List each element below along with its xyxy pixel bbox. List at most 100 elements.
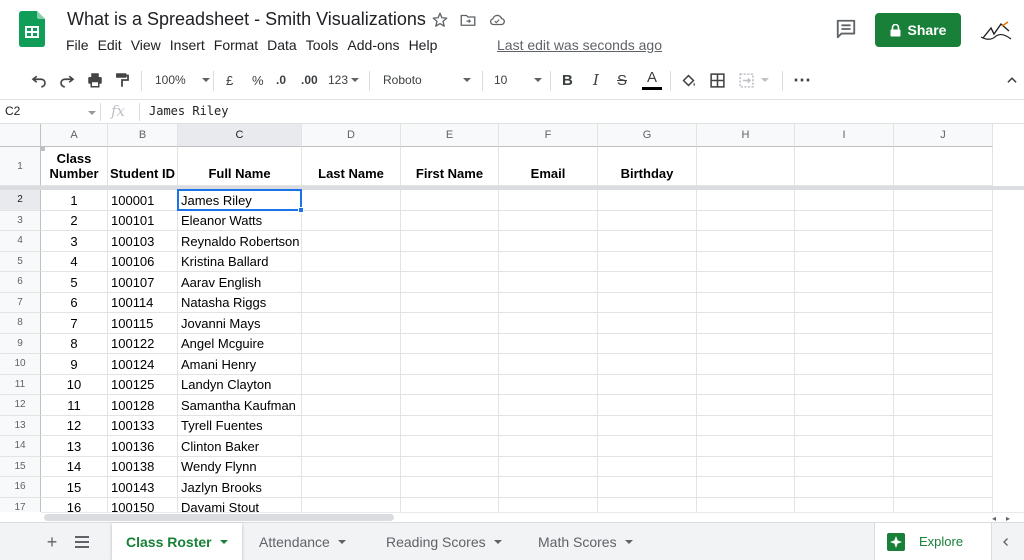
table-cell[interactable]: 4: [41, 251, 108, 272]
decrease-decimal-button[interactable]: .0: [276, 62, 286, 98]
scrollbar-thumb[interactable]: [44, 514, 394, 521]
table-cell[interactable]: Kristina Ballard: [178, 251, 302, 272]
table-cell[interactable]: [697, 374, 795, 395]
table-cell[interactable]: [795, 456, 894, 477]
column-header-a[interactable]: A: [41, 124, 108, 147]
table-cell[interactable]: 2: [41, 210, 108, 231]
column-header-e[interactable]: E: [401, 124, 499, 147]
table-cell[interactable]: [598, 374, 697, 395]
table-cell[interactable]: [499, 272, 598, 293]
table-cell[interactable]: [795, 190, 894, 211]
table-cell[interactable]: [302, 477, 401, 498]
table-cell[interactable]: [302, 374, 401, 395]
tab-reading-scores[interactable]: Reading Scores: [372, 523, 516, 560]
more-formats-button[interactable]: 123: [328, 62, 360, 98]
menu-file[interactable]: File: [66, 37, 94, 53]
table-cell[interactable]: [598, 415, 697, 436]
table-cell[interactable]: [499, 292, 598, 313]
table-cell[interactable]: Wendy Flynn: [178, 456, 302, 477]
side-panel-toggle[interactable]: [996, 532, 1016, 552]
share-button[interactable]: Share: [875, 13, 961, 47]
row-header[interactable]: 15: [0, 456, 41, 477]
table-cell[interactable]: [499, 333, 598, 354]
table-cell[interactable]: [401, 456, 499, 477]
table-cell[interactable]: [697, 436, 795, 457]
table-cell[interactable]: [401, 210, 499, 231]
table-cell[interactable]: [499, 477, 598, 498]
table-cell[interactable]: 15: [41, 477, 108, 498]
table-cell[interactable]: 5: [41, 272, 108, 293]
table-cell[interactable]: Landyn Clayton: [178, 374, 302, 395]
table-cell[interactable]: [894, 456, 993, 477]
table-cell[interactable]: [697, 313, 795, 334]
table-cell[interactable]: [598, 477, 697, 498]
table-cell[interactable]: 100115: [108, 313, 178, 334]
table-cell[interactable]: 100128: [108, 395, 178, 416]
table-cell[interactable]: Samantha Kaufman: [178, 395, 302, 416]
table-cell[interactable]: 100001: [108, 190, 178, 211]
row-header-1[interactable]: 1: [0, 147, 41, 186]
more-options-button[interactable]: ⋯: [793, 62, 812, 98]
table-cell[interactable]: [598, 251, 697, 272]
table-cell[interactable]: [302, 436, 401, 457]
table-cell[interactable]: 7: [41, 313, 108, 334]
row-header[interactable]: 9: [0, 333, 41, 354]
table-cell[interactable]: Natasha Riggs: [178, 292, 302, 313]
table-cell[interactable]: [598, 436, 697, 457]
table-cell[interactable]: [401, 477, 499, 498]
table-cell[interactable]: 11: [41, 395, 108, 416]
menu-add-ons[interactable]: Add-ons: [347, 37, 404, 53]
table-cell[interactable]: Jazlyn Brooks: [178, 477, 302, 498]
table-cell[interactable]: [598, 354, 697, 375]
table-cell[interactable]: 100150: [108, 497, 178, 512]
table-cell[interactable]: 13: [41, 436, 108, 457]
italic-button[interactable]: I: [593, 62, 599, 98]
table-cell[interactable]: [697, 292, 795, 313]
table-cell[interactable]: [795, 292, 894, 313]
header-cell-i[interactable]: [795, 147, 894, 186]
percent-format-button[interactable]: %: [252, 62, 264, 98]
table-cell[interactable]: 3: [41, 231, 108, 252]
column-header-h[interactable]: H: [697, 124, 795, 147]
table-cell[interactable]: [697, 190, 795, 211]
column-header-i[interactable]: I: [795, 124, 894, 147]
row-header[interactable]: 5: [0, 251, 41, 272]
account-avatar[interactable]: [978, 12, 1014, 48]
text-color-button[interactable]: A: [642, 62, 662, 98]
cloud-saved-icon[interactable]: [488, 11, 506, 29]
table-cell[interactable]: James Riley: [178, 190, 302, 211]
table-cell[interactable]: Tyrell Fuentes: [178, 415, 302, 436]
header-cell-f[interactable]: Email: [499, 147, 598, 186]
select-all-corner[interactable]: [0, 124, 45, 151]
table-cell[interactable]: [302, 497, 401, 512]
table-cell[interactable]: [401, 190, 499, 211]
menu-help[interactable]: Help: [409, 37, 443, 53]
table-cell[interactable]: [894, 374, 993, 395]
row-header[interactable]: 17: [0, 497, 41, 512]
table-cell[interactable]: Angel Mcguire: [178, 333, 302, 354]
table-cell[interactable]: [697, 210, 795, 231]
header-cell-j[interactable]: [894, 147, 993, 186]
undo-button[interactable]: [30, 62, 48, 98]
table-cell[interactable]: [302, 333, 401, 354]
table-cell[interactable]: [894, 292, 993, 313]
table-cell[interactable]: [499, 374, 598, 395]
row-header[interactable]: 13: [0, 415, 41, 436]
table-cell[interactable]: [795, 415, 894, 436]
print-button[interactable]: [86, 62, 104, 98]
table-cell[interactable]: [302, 415, 401, 436]
merge-cells-button[interactable]: [738, 62, 769, 98]
table-cell[interactable]: [499, 354, 598, 375]
header-cell-g[interactable]: Birthday: [598, 147, 697, 186]
table-cell[interactable]: [598, 333, 697, 354]
table-cell[interactable]: [499, 313, 598, 334]
add-sheet-button[interactable]: +: [42, 532, 62, 552]
strikethrough-button[interactable]: S: [617, 62, 627, 98]
table-cell[interactable]: 100101: [108, 210, 178, 231]
tab-class-roster[interactable]: Class Roster: [112, 523, 242, 560]
table-cell[interactable]: 9: [41, 354, 108, 375]
table-cell[interactable]: [302, 272, 401, 293]
table-cell[interactable]: [598, 292, 697, 313]
row-header[interactable]: 3: [0, 210, 41, 231]
table-cell[interactable]: 8: [41, 333, 108, 354]
